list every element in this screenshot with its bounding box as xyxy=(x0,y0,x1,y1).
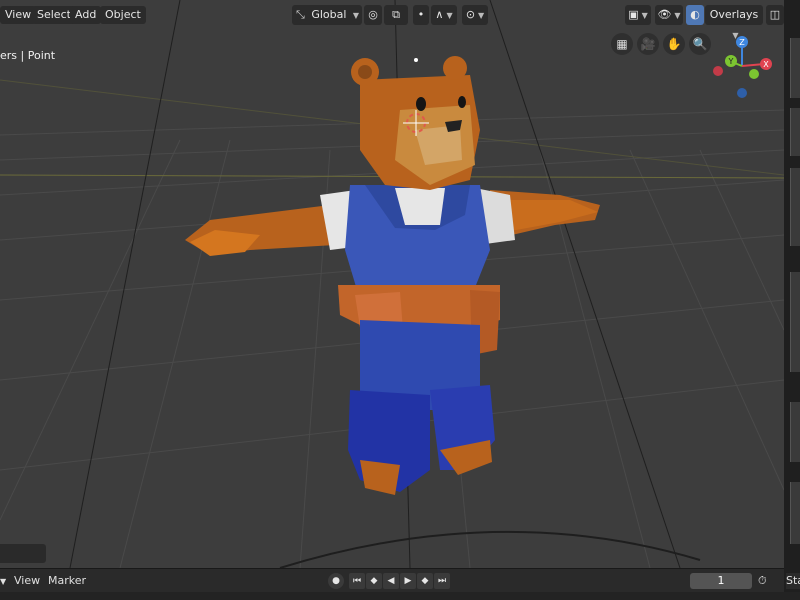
menu-add[interactable]: Add xyxy=(70,6,102,24)
timeline-ruler[interactable] xyxy=(0,592,800,600)
xray-button[interactable]: ◫ xyxy=(766,5,784,25)
chevron-down-icon: ▼ xyxy=(446,11,453,20)
stopwatch-button[interactable]: ⏱ xyxy=(758,573,767,589)
timeline-header: ▼ View Marker ● ⏮ ◆ ◀ ▶ ◆ ⏭ 1 ⏱ Sta xyxy=(0,568,800,593)
pivot-point-button[interactable]: ◎ xyxy=(364,5,382,25)
visibility-button[interactable]: 👁 ▼ xyxy=(655,5,683,25)
pivot-icon: ◎ xyxy=(368,8,378,21)
jump-start-icon: ⏮ xyxy=(352,576,362,586)
keyframe-prev-button[interactable]: ◆ xyxy=(366,573,382,589)
visibility-icon: 👁 xyxy=(657,8,672,21)
transform-pivot-icon: ⤡ xyxy=(296,8,305,21)
pan-view-button[interactable]: ✋ xyxy=(663,33,685,55)
panel-block-1 xyxy=(790,38,800,98)
timeline-menu-view[interactable]: View xyxy=(14,573,40,589)
proportional-editing-button[interactable]: ∧ ▼ xyxy=(431,5,457,25)
zoom-view-button[interactable]: 🔍 xyxy=(689,33,711,55)
current-frame-field[interactable]: 1 xyxy=(690,573,752,589)
stopwatch-icon: ⏱ xyxy=(758,574,767,587)
hand-pan-icon: ✋ xyxy=(666,37,682,51)
viewport-display-button[interactable]: ▣ ▼ xyxy=(625,5,651,25)
chevron-down-icon: ▼ xyxy=(478,11,485,20)
3d-viewport[interactable]: Z X Y View Select Add Object ⤡ Global ▼ … xyxy=(0,0,784,568)
display-icon: ▣ xyxy=(628,8,639,21)
keyframe-next-button[interactable]: ◆ xyxy=(417,573,433,589)
menu-view[interactable]: View xyxy=(0,6,37,24)
chevron-down-icon: ▼ xyxy=(674,11,681,20)
overlays-label: Overlays xyxy=(709,8,759,21)
camera-icon: 🎥 xyxy=(640,37,656,51)
view-grid-button[interactable]: ▦ xyxy=(611,33,633,55)
snap-button[interactable]: ⧉ xyxy=(384,5,408,25)
keyframe-next-icon: ◆ xyxy=(421,576,429,586)
play-button[interactable]: ▶ xyxy=(400,573,416,589)
gizmo-icon: ⊙ xyxy=(465,8,476,21)
chevron-down-icon: ▼ xyxy=(352,11,360,20)
panel-block-2 xyxy=(790,108,800,156)
timeline-menu-marker[interactable]: Marker xyxy=(48,573,86,589)
bear-model[interactable] xyxy=(185,56,600,495)
xray-icon: ◫ xyxy=(769,8,781,21)
panel-block-5 xyxy=(790,402,800,462)
transform-orientation-dropdown[interactable]: ⤡ Global ▼ xyxy=(292,5,362,25)
record-button[interactable]: ● xyxy=(328,573,344,589)
view-grid-icon: ▦ xyxy=(616,37,628,51)
record-icon: ● xyxy=(332,576,340,586)
play-icon: ▶ xyxy=(404,576,412,586)
camera-view-button[interactable]: 🎥 xyxy=(637,33,659,55)
navigation-gizmo[interactable]: Z X Y xyxy=(713,36,772,98)
dot-icon: • xyxy=(417,8,425,21)
jump-end-button[interactable]: ⏭ xyxy=(434,573,450,589)
gizmos-toggle-button[interactable]: ◐ xyxy=(686,5,704,25)
proportional-icon: ∧ xyxy=(435,8,444,21)
object-gizmo-button[interactable]: ⊙ ▼ xyxy=(462,5,488,25)
timeline-editor-dropdown[interactable]: ▼ xyxy=(0,573,6,589)
jump-start-button[interactable]: ⏮ xyxy=(349,573,365,589)
panel-block-4 xyxy=(790,272,800,372)
gizmo-x-label: X xyxy=(763,60,769,69)
viewport-scene: Z X Y xyxy=(0,0,784,568)
transform-orientation-value: Global xyxy=(311,8,347,21)
chevron-down-icon: ▼ xyxy=(732,31,739,40)
viewport-info-text: ers | Point xyxy=(0,49,56,62)
zoom-icon: 🔍 xyxy=(692,37,708,51)
snap-icon: ⧉ xyxy=(392,8,400,21)
snap-toggle-button[interactable]: • xyxy=(413,5,429,25)
panel-block-6 xyxy=(790,482,800,544)
overlays-dropdown[interactable]: Overlays ▼ xyxy=(705,5,763,40)
chevron-down-icon: ▼ xyxy=(0,577,7,586)
jump-end-icon: ⏭ xyxy=(437,576,447,586)
play-reverse-icon: ◀ xyxy=(387,576,395,586)
gizmo-z-label: Z xyxy=(739,38,745,47)
panel-block-3 xyxy=(790,168,800,246)
last-operator-panel[interactable] xyxy=(0,544,46,563)
start-frame-label[interactable]: Sta xyxy=(786,573,800,589)
keyframe-prev-icon: ◆ xyxy=(370,576,378,586)
chevron-down-icon: ▼ xyxy=(641,11,648,20)
overlays-icon: ◐ xyxy=(690,8,700,21)
menu-object[interactable]: Object xyxy=(100,6,146,24)
play-reverse-button[interactable]: ◀ xyxy=(383,573,399,589)
viewport-header: View Select Add Object ⤡ Global ▼ ◎ ⧉ • … xyxy=(0,4,784,40)
gizmo-y-label: Y xyxy=(728,57,734,66)
